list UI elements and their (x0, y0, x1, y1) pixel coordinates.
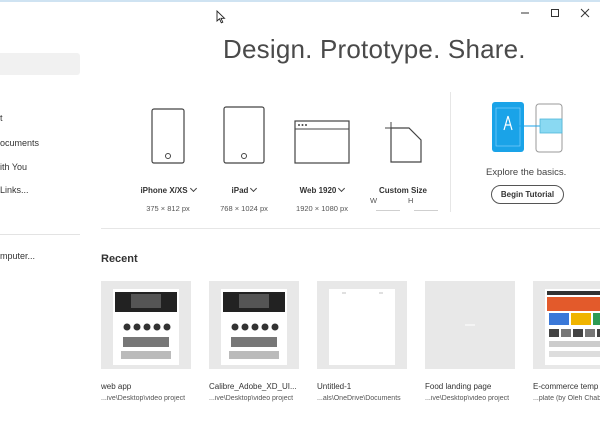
file-name: web app (101, 382, 132, 391)
recent-heading: Recent (101, 253, 138, 265)
maximize-icon[interactable] (540, 2, 570, 24)
preset-label: iPad (231, 185, 249, 195)
phone-icon (151, 108, 185, 164)
file-thumbnail (101, 281, 191, 369)
custom-size-icon (385, 122, 422, 163)
chevron-down-icon[interactable] (250, 184, 258, 193)
file-thumbnail (317, 281, 407, 369)
preset-label: iPhone X/XS (140, 185, 188, 195)
preset-web-1920[interactable]: Web 1920 1920 × 1080 px (277, 96, 367, 213)
sidebar: t ocuments ith You Links... mputer... (0, 0, 82, 430)
recent-divider (101, 228, 600, 229)
file-path: ...ive\Desktop\video project (425, 395, 510, 402)
preset-size: 768 × 1024 px (220, 204, 268, 213)
sidebar-item-documents[interactable]: ocuments (0, 138, 39, 148)
recent-file-card[interactable]: Food landing page ...ive\Desktop\video p… (425, 281, 517, 402)
sidebar-item-1[interactable]: t (0, 113, 3, 123)
sidebar-item-shared-with-you[interactable]: ith You (0, 162, 27, 172)
recent-file-card[interactable]: web app ...ive\Desktop\video project (101, 281, 193, 402)
file-path: ...ive\Desktop\video project (101, 395, 186, 402)
width-input[interactable] (376, 210, 400, 211)
mouse-pointer-icon (216, 10, 226, 24)
browser-window-icon (294, 120, 350, 164)
chevron-down-icon[interactable] (189, 184, 197, 193)
file-name: Calibre_Adobe_XD_UI... (209, 382, 297, 391)
chevron-down-icon[interactable] (338, 184, 346, 193)
file-path: ...ive\Desktop\video project (209, 395, 294, 402)
tutorial-illustration-icon (492, 102, 563, 153)
width-label: W (370, 196, 378, 205)
custom-size-fields: W H (370, 196, 440, 211)
recent-file-card[interactable]: Calibre_Adobe_XD_UI... ...ive\Desktop\vi… (209, 281, 301, 402)
file-thumbnail (425, 281, 515, 369)
recent-file-card[interactable]: Untitled-1 ...als\OneDrive\Documents (317, 281, 409, 402)
close-icon[interactable] (570, 2, 600, 24)
sidebar-item-computer[interactable]: mputer... (0, 251, 35, 261)
file-name: Untitled-1 (317, 382, 352, 391)
sidebar-search-field[interactable] (0, 53, 80, 75)
file-thumbnail (533, 281, 600, 369)
tablet-icon (223, 106, 265, 164)
sidebar-divider (0, 234, 80, 235)
file-thumbnail (209, 281, 299, 369)
preset-label: Web 1920 (299, 185, 337, 195)
file-path: ...plate (by Oleh Chab (533, 395, 600, 402)
explore-text: Explore the basics. (486, 167, 567, 178)
preset-custom-size[interactable]: Custom Size (358, 96, 448, 196)
hero-title: Design. Prototype. Share. (223, 34, 526, 64)
file-name: E-commerce temp (533, 382, 599, 391)
sidebar-item-links[interactable]: Links... (0, 185, 29, 195)
recent-file-card[interactable]: E-commerce temp ...plate (by Oleh Chab (533, 281, 600, 402)
begin-tutorial-button[interactable]: Begin Tutorial (491, 185, 564, 204)
preset-ipad[interactable]: iPad 768 × 1024 px (199, 96, 289, 213)
preset-label: Custom Size (378, 185, 427, 195)
height-input[interactable] (414, 210, 438, 211)
section-divider (450, 92, 451, 212)
height-label: H (408, 196, 414, 205)
window-controls (510, 2, 600, 24)
minimize-icon[interactable] (510, 2, 540, 24)
file-name: Food landing page (425, 382, 492, 391)
preset-size: 1920 × 1080 px (296, 204, 348, 213)
file-path: ...als\OneDrive\Documents (317, 395, 401, 402)
